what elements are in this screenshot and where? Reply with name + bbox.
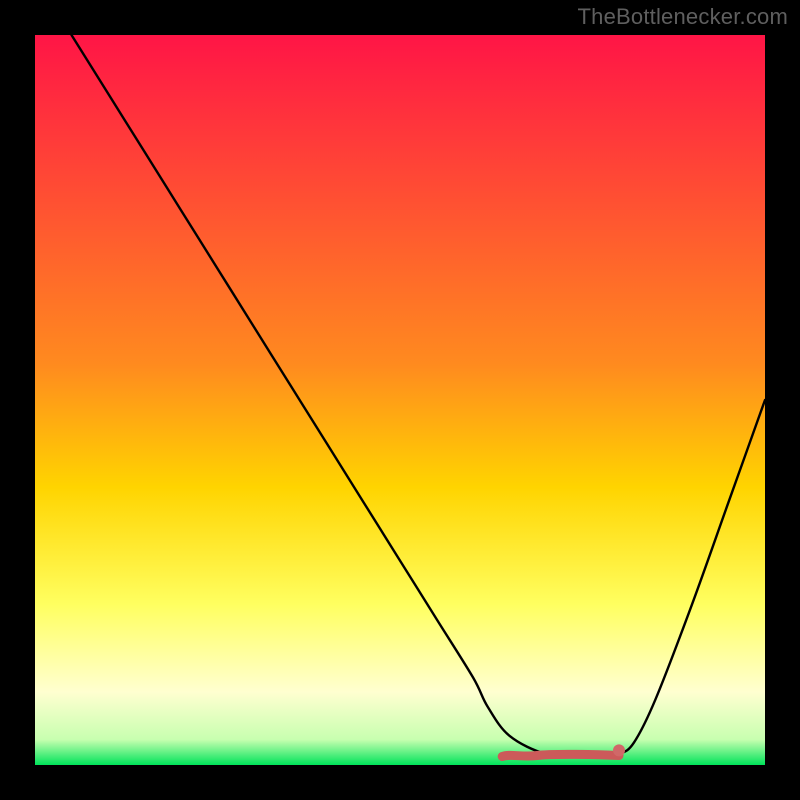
bottleneck-curve — [72, 35, 766, 757]
chart-container: TheBottlenecker.com — [0, 0, 800, 800]
marker-dot-icon — [613, 744, 625, 756]
plot-area — [35, 35, 765, 765]
chart-svg — [35, 35, 765, 765]
attribution-text: TheBottlenecker.com — [578, 4, 788, 30]
flat-region-marker — [502, 754, 619, 756]
